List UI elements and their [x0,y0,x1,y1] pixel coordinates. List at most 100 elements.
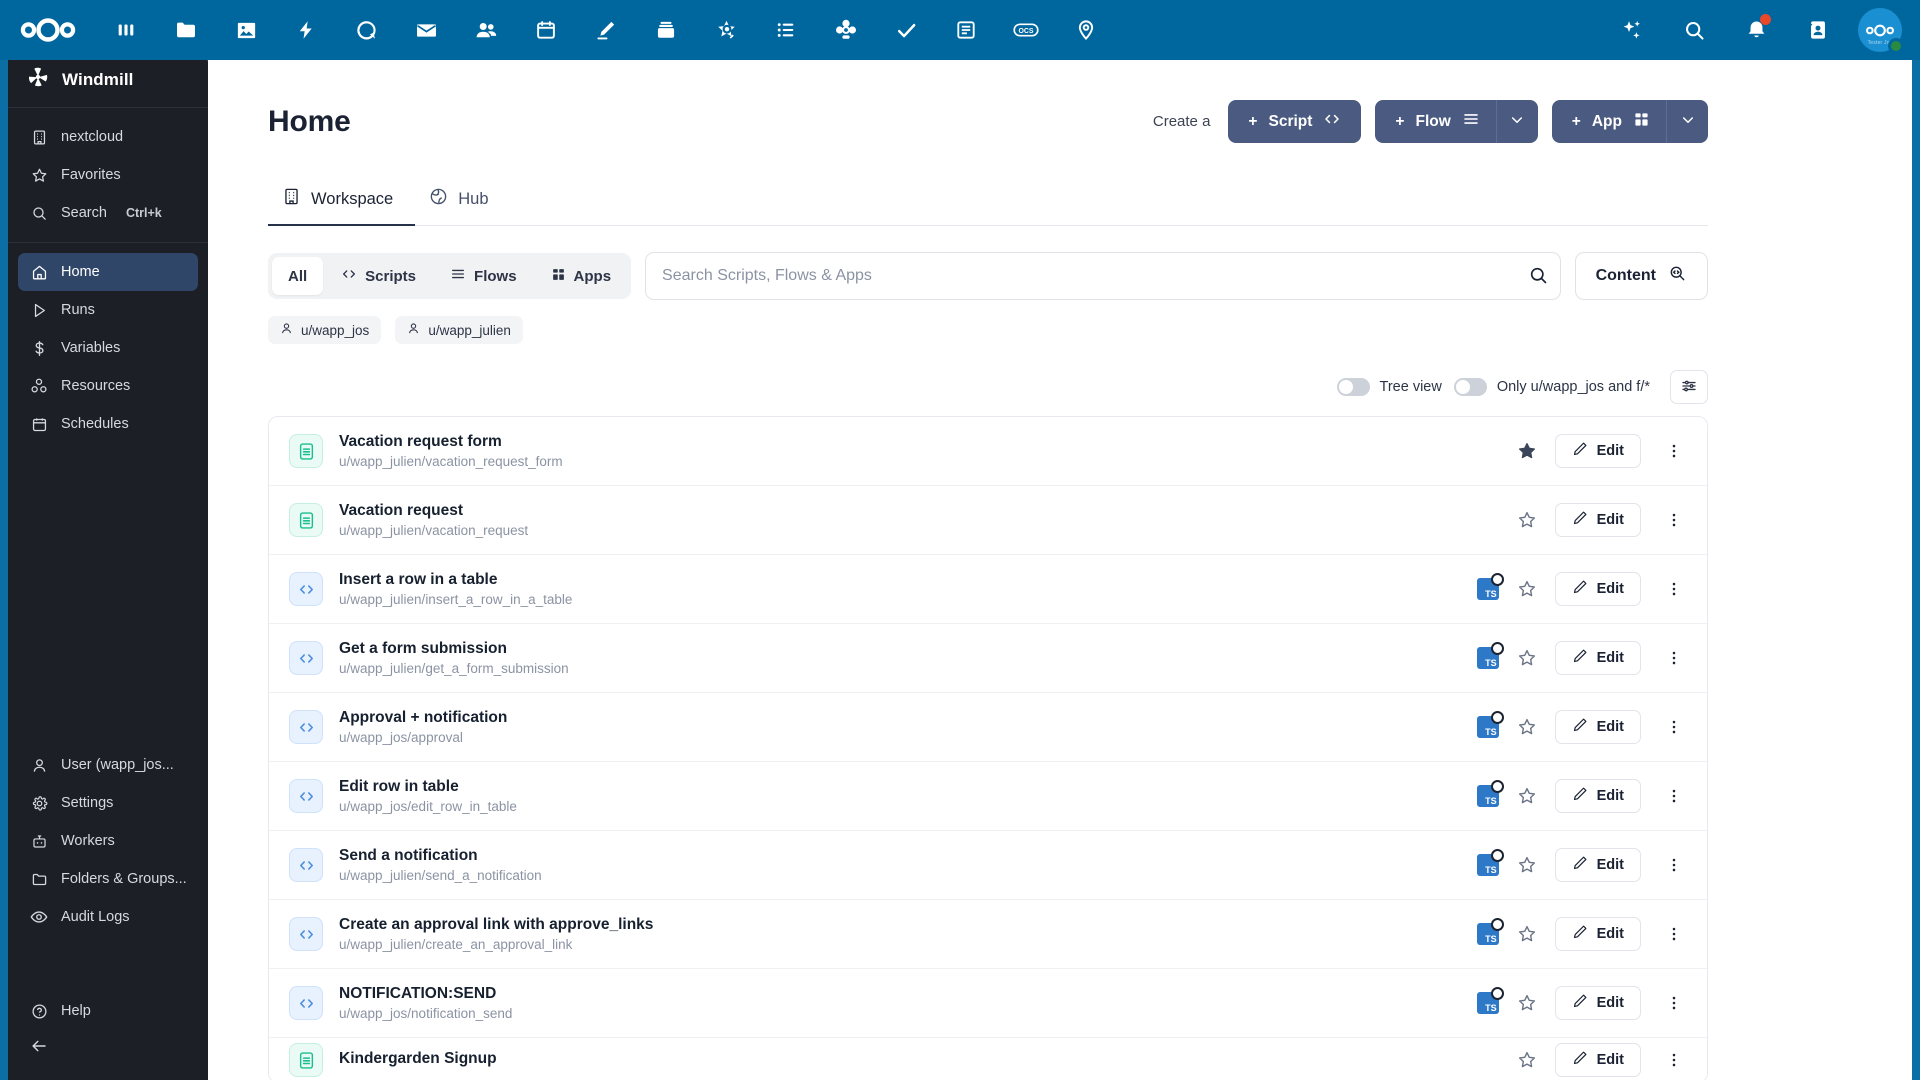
notifications-bell-icon[interactable] [1726,0,1786,60]
more-actions-button[interactable] [1659,856,1689,874]
list-item[interactable]: Edit row in table u/wapp_jos/edit_row_in… [269,762,1707,831]
more-actions-button[interactable] [1659,580,1689,598]
search-icon[interactable] [1528,265,1549,289]
flow-icon[interactable] [816,0,876,60]
nextcloud-logo[interactable] [0,17,96,43]
owner-chip-wapp-julien[interactable]: u/wapp_julien [395,316,523,344]
files-icon[interactable] [156,0,216,60]
photos-icon[interactable] [216,0,276,60]
unified-search-icon[interactable] [1664,0,1724,60]
list-item[interactable]: Approval + notification u/wapp_jos/appro… [269,693,1707,762]
sidebar-item-workers[interactable]: Workers [18,822,198,860]
edit-button[interactable]: Edit [1555,710,1641,744]
more-actions-button[interactable] [1659,1051,1689,1069]
favorite-star-button[interactable] [1517,717,1537,737]
talk-icon[interactable] [336,0,396,60]
sidebar-item-resources[interactable]: Resources [18,367,198,405]
collapse-sidebar-button[interactable] [18,1030,198,1066]
owner-chip-wapp-jos[interactable]: u/wapp_jos [268,316,381,344]
list-item[interactable]: Vacation request u/wapp_julien/vacation_… [269,486,1707,555]
calendar-icon[interactable] [516,0,576,60]
more-actions-button[interactable] [1659,994,1689,1012]
notes-icon[interactable] [576,0,636,60]
sidebar-item-schedules[interactable]: Schedules [18,405,198,443]
favorite-star-button[interactable] [1517,855,1537,875]
list-item[interactable]: Get a form submission u/wapp_julien/get_… [269,624,1707,693]
list-settings-button[interactable] [1670,370,1708,404]
edit-button[interactable]: Edit [1555,848,1641,882]
favorite-star-button[interactable] [1517,1050,1537,1070]
list-item[interactable]: Send a notification u/wapp_julien/send_a… [269,831,1707,900]
favorite-star-button[interactable] [1517,648,1537,668]
more-actions-button[interactable] [1659,649,1689,667]
edit-button[interactable]: Edit [1555,434,1641,468]
tables-icon[interactable] [756,0,816,60]
list-item[interactable]: Vacation request form u/wapp_julien/vaca… [269,417,1707,486]
sidebar-item-variables[interactable]: Variables [18,329,198,367]
mail-icon[interactable] [396,0,456,60]
list-item[interactable]: Insert a row in a table u/wapp_julien/in… [269,555,1707,624]
tree-view-label: Tree view [1380,379,1442,395]
more-actions-button[interactable] [1659,925,1689,943]
assistant-sparkle-icon[interactable] [1602,0,1662,60]
edit-button[interactable]: Edit [1555,503,1641,537]
kind-filter-all[interactable]: All [272,257,323,295]
list-item[interactable]: NOTIFICATION:SEND u/wapp_jos/notificatio… [269,969,1707,1038]
forms-icon[interactable] [936,0,996,60]
more-actions-button[interactable] [1659,787,1689,805]
edit-button[interactable]: Edit [1555,986,1641,1020]
edit-button[interactable]: Edit [1555,779,1641,813]
tab-workspace[interactable]: Workspace [268,175,415,226]
sidebar-item-nextcloud[interactable]: nextcloud [18,118,198,156]
sidebar-item-folders-groups[interactable]: Folders & Groups... [18,860,198,898]
edit-button[interactable]: Edit [1555,641,1641,675]
sidebar-item-runs[interactable]: Runs [18,291,198,329]
create-app-dropdown-button[interactable] [1666,100,1708,143]
sidebar-item-favorites[interactable]: Favorites [18,156,198,194]
more-actions-button[interactable] [1659,511,1689,529]
favorite-star-button[interactable] [1517,924,1537,944]
edit-button[interactable]: Edit [1555,1043,1641,1077]
deck-icon[interactable] [636,0,696,60]
contacts-menu-icon[interactable] [1788,0,1848,60]
sidebar-item-home[interactable]: Home [18,253,198,291]
favorite-star-button[interactable] [1517,441,1537,461]
pencil-icon [1572,855,1588,875]
windmill-brand[interactable]: Windmill [8,52,208,108]
only-mine-toggle[interactable] [1454,378,1487,396]
edit-button[interactable]: Edit [1555,572,1641,606]
more-actions-button[interactable] [1659,718,1689,736]
sidebar-item-search[interactable]: Search Ctrl+k [18,194,198,232]
content-search-button[interactable]: Content [1575,252,1708,300]
favorite-star-button[interactable] [1517,579,1537,599]
ocs-icon[interactable]: OCS [996,0,1056,60]
favorite-star-button[interactable] [1517,510,1537,530]
sidebar-item-user[interactable]: User (wapp_jos... [18,746,198,784]
sidebar-item-settings[interactable]: Settings [18,784,198,822]
sidebar-item-audit-logs[interactable]: Audit Logs [18,898,198,936]
kind-filter-apps[interactable]: Apps [535,257,628,295]
create-flow-dropdown-button[interactable] [1496,100,1538,143]
tab-hub[interactable]: Hub [415,175,510,226]
collectives-icon[interactable] [696,0,756,60]
kind-filter-scripts[interactable]: Scripts [325,257,432,295]
favorite-star-button[interactable] [1517,786,1537,806]
tasks-icon[interactable] [876,0,936,60]
list-item[interactable]: Create an approval link with approve_lin… [269,900,1707,969]
dashboard-icon[interactable] [96,0,156,60]
contacts-icon[interactable] [456,0,516,60]
list-item[interactable]: Kindergarden Signup Edit [269,1038,1707,1080]
edit-button[interactable]: Edit [1555,917,1641,951]
user-avatar[interactable]: Tester Jos [1858,8,1902,52]
create-flow-button[interactable]: + Flow [1375,100,1495,143]
activity-icon[interactable] [276,0,336,60]
maps-icon[interactable] [1056,0,1116,60]
kind-filter-flows[interactable]: Flows [434,257,533,295]
favorite-star-button[interactable] [1517,993,1537,1013]
tree-view-toggle[interactable] [1337,378,1370,396]
search-input[interactable] [645,252,1561,300]
create-app-button[interactable]: + App [1552,100,1666,143]
more-actions-button[interactable] [1659,442,1689,460]
sidebar-item-help[interactable]: Help [18,992,198,1030]
create-script-button[interactable]: + Script [1228,100,1361,143]
